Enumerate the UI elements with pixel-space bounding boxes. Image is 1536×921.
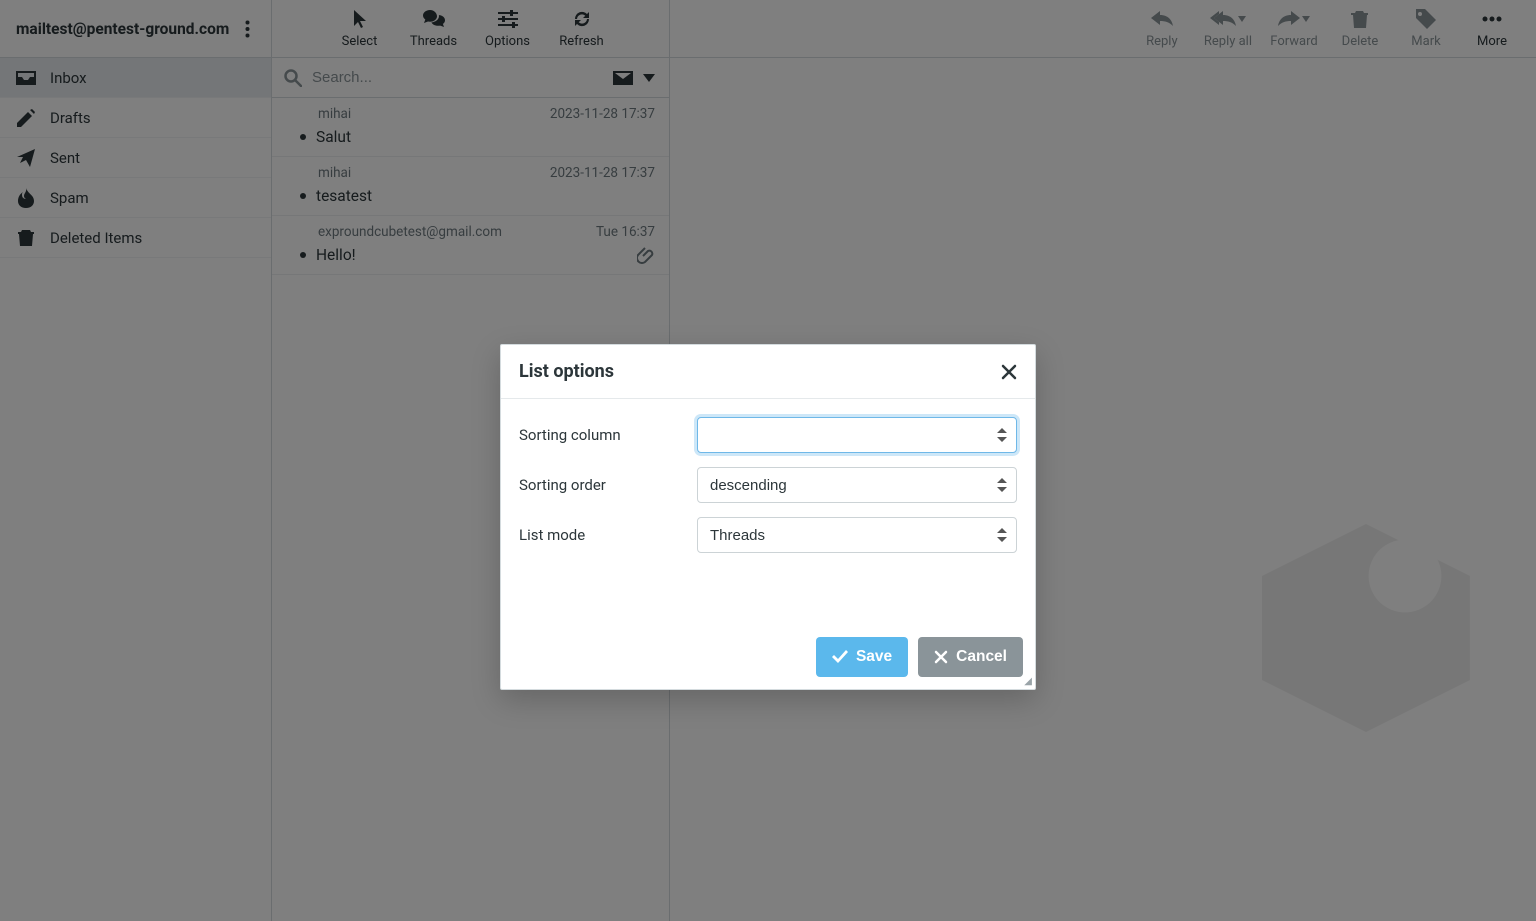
sorting-order-select[interactable]: descending bbox=[697, 467, 1017, 503]
list-mode-label: List mode bbox=[519, 526, 679, 544]
form-row-sorting-order: Sorting order descending bbox=[519, 467, 1017, 503]
list-mode-select-wrapper: Threads bbox=[697, 517, 1017, 553]
check-icon bbox=[832, 650, 848, 664]
resize-grip-icon: ◢ bbox=[1024, 679, 1031, 685]
save-button[interactable]: Save bbox=[816, 637, 908, 677]
close-icon bbox=[1001, 364, 1017, 380]
form-row-list-mode: List mode Threads bbox=[519, 517, 1017, 553]
sorting-order-select-wrapper: descending bbox=[697, 467, 1017, 503]
sorting-column-label: Sorting column bbox=[519, 426, 679, 444]
dialog-header: List options bbox=[501, 345, 1035, 399]
list-mode-select[interactable]: Threads bbox=[697, 517, 1017, 553]
close-icon bbox=[934, 650, 948, 664]
form-row-sorting-column: Sorting column bbox=[519, 417, 1017, 453]
cancel-button[interactable]: Cancel bbox=[918, 637, 1023, 677]
save-label: Save bbox=[856, 648, 892, 666]
sorting-order-label: Sorting order bbox=[519, 476, 679, 494]
dialog-footer: Save Cancel ◢ bbox=[501, 627, 1035, 689]
modal-overlay[interactable]: List options Sorting column bbox=[0, 0, 1536, 921]
dialog-close-button[interactable] bbox=[1001, 364, 1017, 380]
dialog-body: Sorting column Sorting order d bbox=[501, 399, 1035, 627]
app-root: mailtest@pentest-ground.com Select Threa… bbox=[0, 0, 1536, 921]
dialog-title: List options bbox=[519, 361, 614, 382]
list-options-dialog: List options Sorting column bbox=[500, 344, 1036, 690]
cancel-label: Cancel bbox=[956, 648, 1007, 666]
sorting-column-select[interactable] bbox=[697, 417, 1017, 453]
sorting-column-select-wrapper bbox=[697, 417, 1017, 453]
